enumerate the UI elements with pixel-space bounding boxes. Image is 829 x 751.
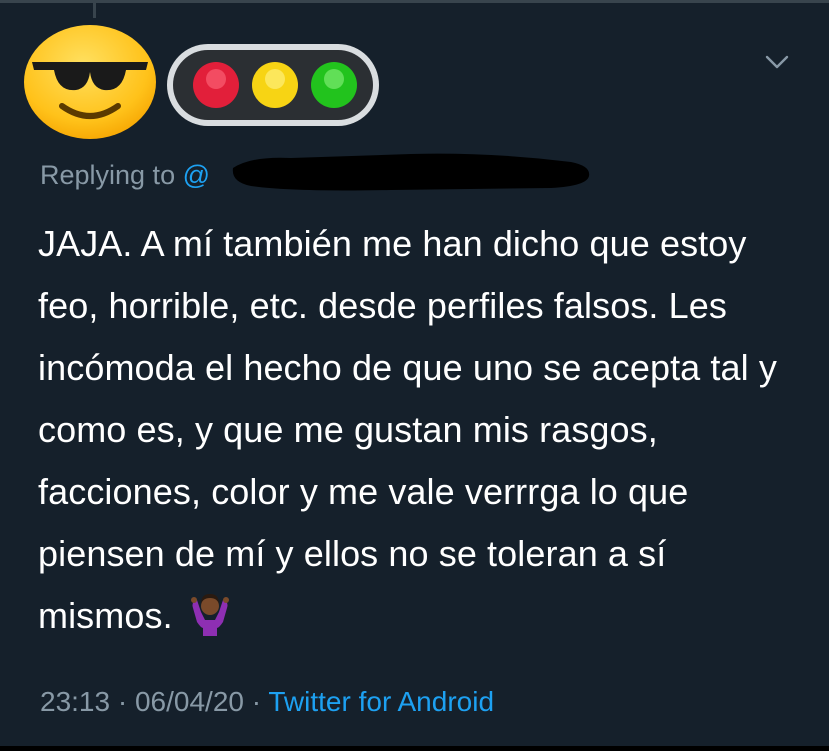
tweet-time: 23:13 [40,686,111,717]
bottom-divider [0,746,829,751]
tweet-source-link[interactable]: Twitter for Android [268,686,494,717]
thread-connector-line [93,0,96,18]
tweet-date: 06/04/20 [134,686,244,717]
person-shrugging-emoji-icon [190,594,229,636]
avatar[interactable] [22,22,158,140]
top-divider [0,0,829,3]
traffic-light-emoji-icon [167,44,379,126]
replying-to-label: Replying to [40,160,183,190]
tweet-body: JAJA. A mí también me han dicho que esto… [38,223,777,636]
meta-separator: · [110,686,135,717]
redacted-handle [232,153,590,191]
chevron-down-icon[interactable] [764,52,790,72]
reply-handle-link[interactable]: @ [183,160,210,190]
replying-to-line: Replying to @ [40,160,210,191]
meta-separator: · [243,686,269,717]
tweet-meta: 23:13 · 06/04/20 · Twitter for Android [40,686,494,718]
tweet-text: JAJA. A mí también me han dicho que esto… [38,213,808,647]
